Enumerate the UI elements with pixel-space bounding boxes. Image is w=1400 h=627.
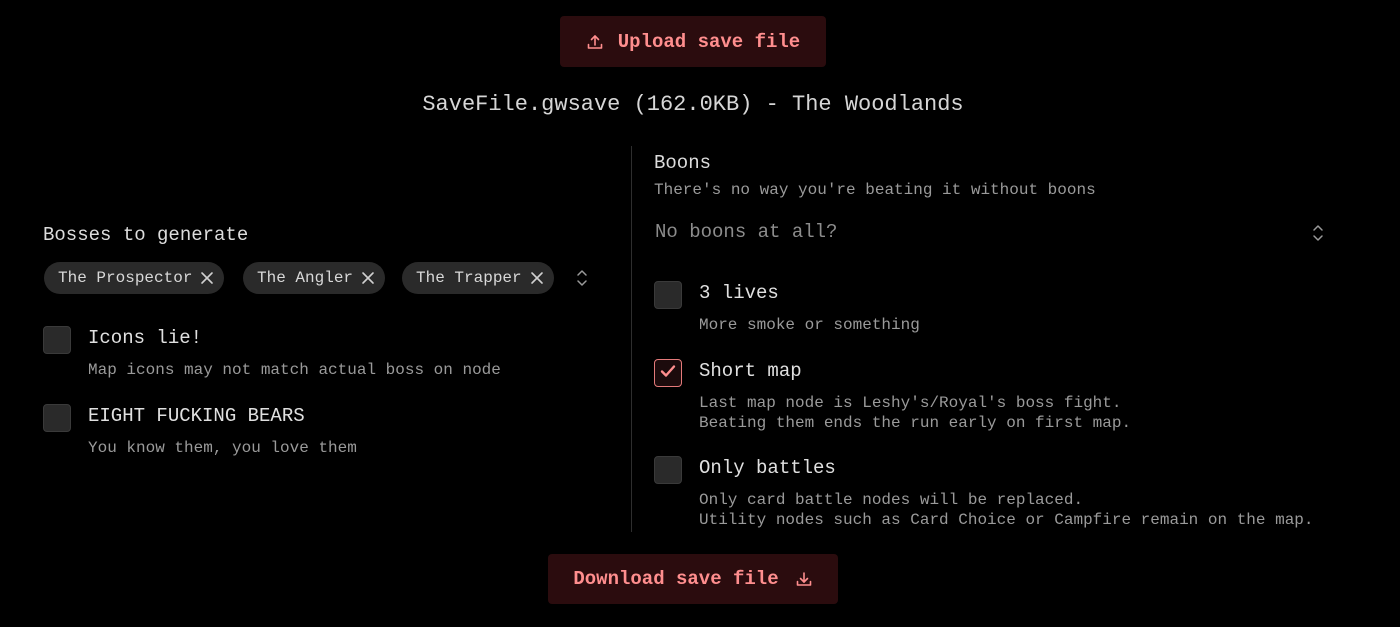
description-line: Only card battle nodes will be replaced.	[699, 491, 1084, 509]
checkmark-icon	[659, 362, 677, 385]
boss-chip[interactable]: The Prospector	[44, 262, 225, 294]
boons-select[interactable]: No boons at all?	[655, 219, 1335, 249]
boss-chip-label: The Trapper	[416, 269, 522, 287]
icons-lie-checkbox[interactable]	[43, 326, 71, 354]
eight-bears-description: You know them, you love them	[88, 439, 357, 457]
download-button-label: Download save file	[573, 568, 779, 590]
short-map-checkbox[interactable]	[654, 359, 682, 387]
eight-bears-checkbox[interactable]	[43, 404, 71, 432]
boons-label: Boons	[654, 152, 712, 174]
boss-chip-label: The Prospector	[58, 269, 193, 287]
boss-chip-label: The Angler	[257, 269, 354, 287]
description-line: Utility nodes such as Card Choice or Cam…	[699, 511, 1314, 529]
bosses-label: Bosses to generate	[43, 224, 249, 246]
eight-bears-label: EIGHT FUCKING BEARS	[88, 405, 305, 427]
remove-chip-icon[interactable]	[200, 271, 214, 285]
description-line: More smoke or something	[699, 316, 920, 334]
download-save-button[interactable]: Download save file	[548, 554, 838, 604]
remove-chip-icon[interactable]	[361, 271, 375, 285]
boons-subtitle: There's no way you're beating it without…	[654, 181, 1096, 199]
icons-lie-description: Map icons may not match actual boss on n…	[88, 361, 501, 379]
description-line: Last map node is Leshy's/Royal's boss fi…	[699, 394, 1122, 412]
three-lives-label: 3 lives	[699, 282, 779, 304]
download-icon	[795, 570, 813, 588]
file-info-title: SaveFile.gwsave (162.0KB) - The Woodland…	[422, 92, 964, 117]
only-battles-label: Only battles	[699, 457, 836, 479]
icons-lie-label: Icons lie!	[88, 327, 203, 349]
upload-button-label: Upload save file	[617, 30, 801, 53]
short-map-label: Short map	[699, 360, 802, 382]
boss-chip[interactable]: The Angler	[243, 262, 386, 294]
only-battles-checkbox[interactable]	[654, 456, 682, 484]
short-map-description: Last map node is Leshy's/Royal's boss fi…	[699, 393, 1131, 433]
column-divider	[631, 146, 632, 532]
boons-select-chevrons-icon	[1311, 223, 1325, 249]
bosses-select-chevrons-icon[interactable]	[575, 268, 589, 293]
boss-chip[interactable]: The Trapper	[402, 262, 554, 294]
upload-icon	[586, 33, 604, 51]
three-lives-checkbox[interactable]	[654, 281, 682, 309]
only-battles-description: Only card battle nodes will be replaced.…	[699, 490, 1314, 530]
description-line: Beating them ends the run early on first…	[699, 414, 1132, 432]
upload-save-button[interactable]: Upload save file	[560, 16, 826, 67]
remove-chip-icon[interactable]	[530, 271, 544, 285]
three-lives-description: More smoke or something	[699, 315, 920, 335]
boons-select-placeholder: No boons at all?	[655, 221, 838, 243]
